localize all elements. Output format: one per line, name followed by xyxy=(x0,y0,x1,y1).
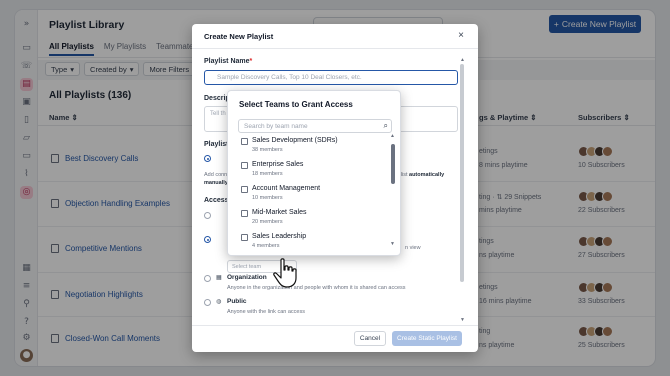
team-option[interactable]: Sales Development (SDRs) 38 members xyxy=(241,137,386,157)
auto-note-a: Add conn xyxy=(204,172,228,178)
playlist-name-placeholder: Sample Discovery Calls, Top 10 Deal Clos… xyxy=(217,74,362,81)
team-search-input[interactable]: Search by team name ⌕ xyxy=(238,119,392,133)
type-radio-static[interactable] xyxy=(204,155,211,162)
hand-cursor-icon xyxy=(273,258,297,288)
access-radio-teams[interactable] xyxy=(204,236,211,243)
team-checkbox[interactable] xyxy=(241,210,248,217)
access-label: Access xyxy=(204,197,229,204)
team-checkbox[interactable] xyxy=(241,234,248,241)
playlist-name-label: Playlist Name* xyxy=(204,58,253,65)
team-name: Account Management xyxy=(252,185,321,192)
public-desc: Anyone with the link can access xyxy=(227,309,305,315)
team-option[interactable]: Account Management 10 members xyxy=(241,185,386,205)
modal-footer-divider xyxy=(192,325,478,326)
organization-icon: ▦ xyxy=(216,274,222,281)
playlist-type-label: Playlist xyxy=(204,141,229,148)
access-radio-organization[interactable] xyxy=(204,275,211,282)
access-radio-public[interactable] xyxy=(204,299,211,306)
team-member-count: 38 members xyxy=(252,147,283,153)
team-option[interactable]: Mid-Market Sales 20 members xyxy=(241,209,386,229)
team-option[interactable]: Enterprise Sales 18 members xyxy=(241,161,386,181)
team-list-scrollbar[interactable] xyxy=(391,136,395,240)
description-label: Descrip xyxy=(204,95,230,102)
team-name: Enterprise Sales xyxy=(252,161,304,168)
team-name: Sales Leadership xyxy=(252,233,307,240)
search-icon: ⌕ xyxy=(383,121,388,130)
team-checkbox[interactable] xyxy=(241,162,248,169)
team-search-placeholder: Search by team name xyxy=(244,122,308,130)
globe-icon: ◍ xyxy=(216,298,222,305)
public-title: Public xyxy=(227,298,247,305)
playlist-name-input[interactable]: Sample Discovery Calls, Top 10 Deal Clos… xyxy=(204,70,458,85)
close-icon[interactable]: × xyxy=(458,30,464,41)
organization-desc: Anyone in the organization and people wi… xyxy=(227,285,406,291)
team-checkbox[interactable] xyxy=(241,138,248,145)
team-name: Sales Development (SDRs) xyxy=(252,137,338,144)
team-member-count: 10 members xyxy=(252,195,283,201)
team-select-popover: Select Teams to Grant Access Search by t… xyxy=(227,90,401,256)
cancel-button[interactable]: Cancel xyxy=(354,331,386,346)
scroll-thumb[interactable] xyxy=(391,144,395,184)
create-static-playlist-button[interactable]: Create Static Playlist xyxy=(392,331,462,346)
team-member-count: 18 members xyxy=(252,171,283,177)
modal-title: Create New Playlist xyxy=(204,32,274,41)
team-checkbox[interactable] xyxy=(241,186,248,193)
scroll-down-icon[interactable]: ▼ xyxy=(460,317,465,323)
organization-title: Organization xyxy=(227,274,267,281)
access-radio-private[interactable] xyxy=(204,212,211,219)
team-popover-title: Select Teams to Grant Access xyxy=(239,100,353,109)
auto-note-b: ylist automatically xyxy=(398,172,444,178)
select-team-placeholder: Select team xyxy=(232,263,262,270)
team-member-count: 4 members xyxy=(252,243,280,249)
description-placeholder: Tell th xyxy=(210,111,226,117)
auto-note-c: manually xyxy=(204,180,228,186)
scroll-down-icon[interactable]: ▼ xyxy=(390,241,395,247)
scroll-up-icon[interactable]: ▲ xyxy=(460,57,465,63)
view-suffix: n view xyxy=(405,245,421,251)
team-name: Mid-Market Sales xyxy=(252,209,307,216)
auto-note-bold: automatically xyxy=(409,172,445,178)
team-member-count: 20 members xyxy=(252,219,283,225)
playlist-name-label-text: Playlist Name xyxy=(204,58,250,65)
modal-header-divider xyxy=(192,48,478,49)
modal-scrollbar[interactable] xyxy=(460,64,464,282)
team-option[interactable]: Sales Leadership 4 members xyxy=(241,233,386,253)
